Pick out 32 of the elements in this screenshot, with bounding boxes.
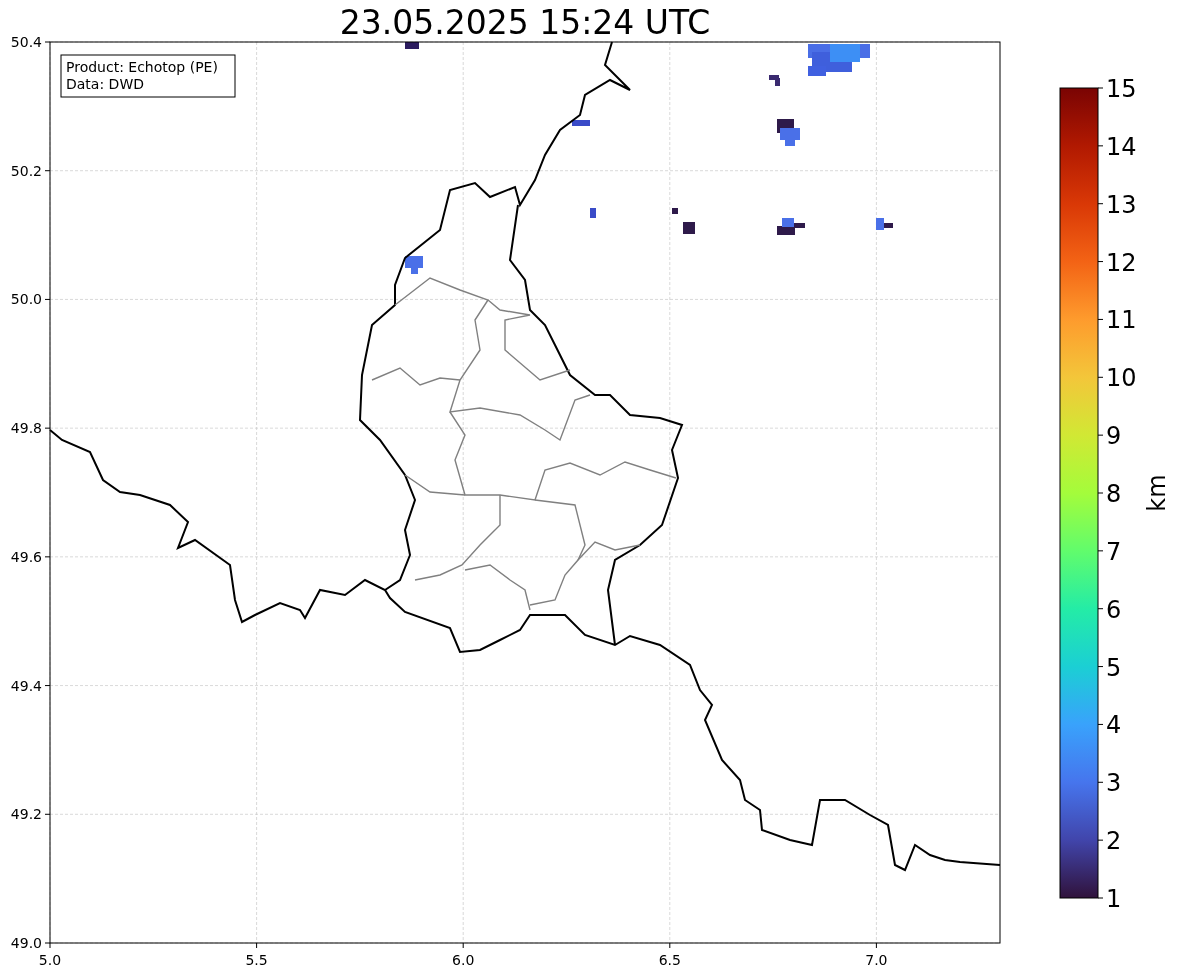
- tick-label: 6.5: [658, 952, 681, 968]
- colorbar-tick-label: 9: [1106, 422, 1122, 451]
- tick-label: 50.4: [10, 34, 42, 50]
- colorbar-tick-label: 12: [1106, 248, 1137, 277]
- plot-title: 23.05.2025 15:24 UTC: [339, 3, 711, 42]
- colorbar-tick-label: 3: [1106, 769, 1122, 798]
- info-text: Product: Echotop (PE): [66, 59, 218, 75]
- tick-label: 49.2: [10, 806, 42, 823]
- tick-label: 50.0: [10, 291, 42, 308]
- colorbar-tick-label: 7: [1106, 537, 1122, 566]
- colorbar-tick-label: 1: [1106, 885, 1122, 913]
- tick-label: 5.5: [245, 952, 268, 968]
- colorbar-tick-label: 13: [1106, 190, 1137, 219]
- tick-label: 6.0: [452, 952, 475, 968]
- colorbar-label: km: [1143, 474, 1171, 512]
- tick-label: 49.0: [10, 935, 42, 951]
- colorbar-tick-label: 6: [1106, 595, 1122, 624]
- tick-label: 5.0: [38, 952, 62, 968]
- tick-label: 50.2: [10, 162, 42, 179]
- tick-label: 49.4: [10, 677, 42, 694]
- tick-label: 7.0: [865, 952, 888, 968]
- tick-label: 49.8: [10, 420, 42, 437]
- colorbar-tick-label: 15: [1106, 75, 1137, 103]
- colorbar-tick-label: 11: [1106, 306, 1137, 335]
- info-text: Data: DWD: [66, 76, 144, 92]
- colorbar-tick-label: 4: [1106, 711, 1122, 740]
- tick-label: 49.6: [10, 548, 42, 565]
- colorbar-tick-label: 10: [1106, 364, 1137, 393]
- colorbar-tick-label: 5: [1106, 653, 1122, 682]
- colorbar-tick-label: 8: [1106, 480, 1122, 508]
- colorbar-tick-label: 2: [1106, 827, 1122, 856]
- colorbar-tick-label: 14: [1106, 132, 1137, 161]
